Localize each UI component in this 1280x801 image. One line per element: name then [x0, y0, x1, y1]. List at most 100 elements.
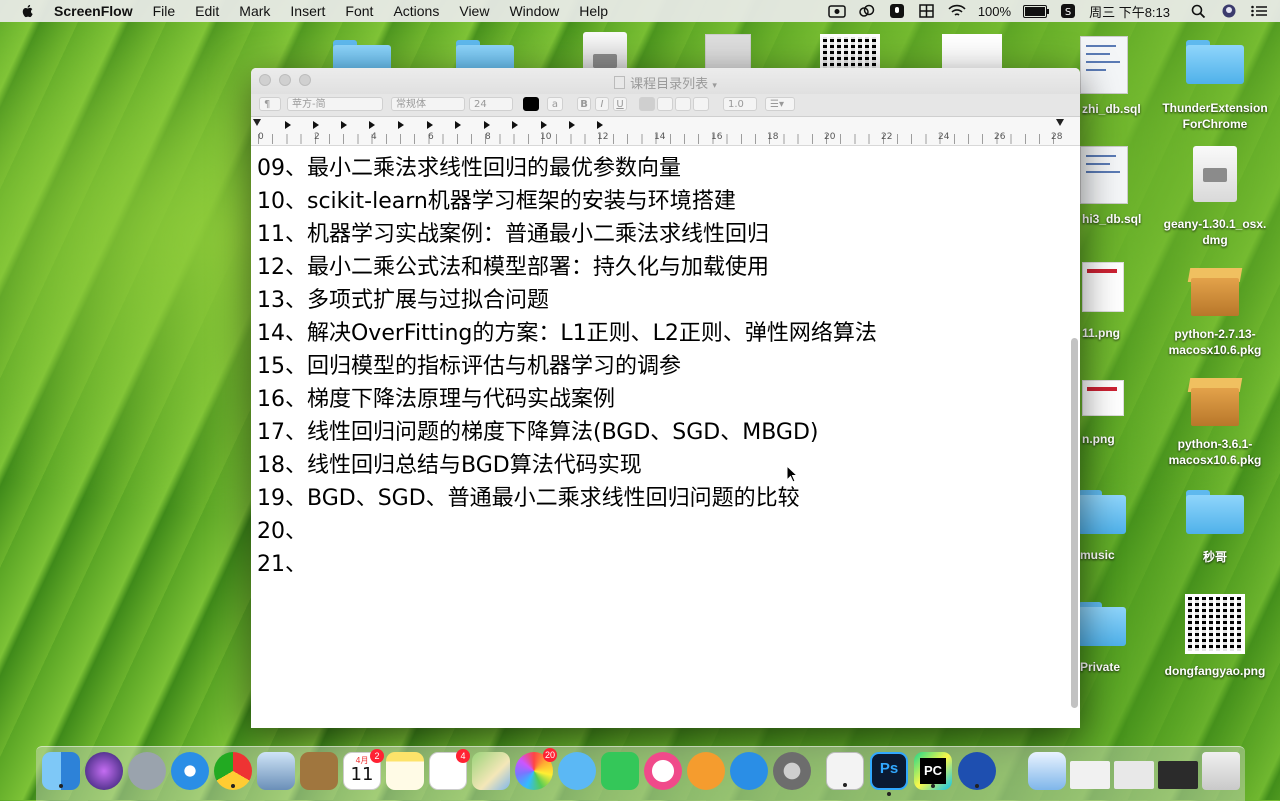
desktop-file-top-4[interactable]: [705, 34, 751, 72]
launchpad-icon[interactable]: [128, 752, 166, 790]
app-store-icon[interactable]: [730, 752, 768, 790]
system-preferences-icon[interactable]: [773, 752, 811, 790]
photos-icon[interactable]: 20: [515, 748, 557, 790]
notes-icon[interactable]: [386, 752, 424, 790]
ibooks-icon[interactable]: [687, 752, 725, 790]
app-name-menu[interactable]: ScreenFlow: [54, 3, 133, 19]
window-thumbnail-3[interactable]: [1158, 761, 1198, 789]
tab-stop[interactable]: [484, 121, 490, 129]
spotlight-search-icon[interactable]: [1190, 4, 1208, 18]
vertical-scrollbar[interactable]: [1071, 338, 1078, 708]
underline-button[interactable]: U: [613, 97, 627, 111]
screenflow-icon[interactable]: [958, 752, 996, 790]
messages-icon[interactable]: [558, 752, 596, 790]
line-spacing-popup[interactable]: 1.0: [723, 97, 757, 111]
window-thumbnail-2[interactable]: [1114, 761, 1154, 789]
reminders-icon[interactable]: 4: [429, 749, 470, 790]
menu-view[interactable]: View: [459, 3, 489, 19]
tab-stop[interactable]: [455, 121, 461, 129]
align-left-button[interactable]: [639, 97, 655, 111]
list-bullets-popup[interactable]: ☰▾: [765, 97, 795, 111]
textedit-icon[interactable]: [826, 752, 864, 790]
notification-center-icon[interactable]: [1250, 4, 1268, 18]
tab-stop[interactable]: [398, 121, 404, 129]
notebook-icon[interactable]: [300, 752, 338, 790]
finder-icon[interactable]: [42, 752, 80, 790]
tab-stop[interactable]: [541, 121, 547, 129]
left-margin-marker[interactable]: [253, 119, 261, 126]
tab-stop[interactable]: [597, 121, 603, 129]
font-family-popup[interactable]: 苹方-简: [287, 97, 383, 111]
align-center-button[interactable]: [657, 97, 673, 111]
menu-mark[interactable]: Mark: [239, 3, 270, 19]
tab-stop[interactable]: [341, 121, 347, 129]
window-titlebar[interactable]: 课程目录列表 ▾: [251, 68, 1080, 94]
apple-menu-icon[interactable]: [20, 3, 36, 19]
desktop-dmg-geany[interactable]: geany-1.30.1_osx. dmg: [1155, 146, 1275, 248]
document-text-area[interactable]: 09、最小二乘法求线性回归的最优参数向量 10、scikit-learn机器学习…: [257, 152, 1067, 581]
input-method-icon[interactable]: [918, 4, 936, 18]
menu-actions[interactable]: Actions: [393, 3, 439, 19]
menu-font[interactable]: Font: [345, 3, 373, 19]
desktop-png-11[interactable]: 11.png: [1076, 262, 1156, 340]
desktop-pkg-python3[interactable]: python-3.6.1- macosx10.6.pkg: [1155, 372, 1275, 468]
cloud-sync-icon[interactable]: [858, 4, 876, 18]
trash-icon[interactable]: [1202, 752, 1240, 790]
siri-icon[interactable]: [85, 752, 123, 790]
desktop-qr-top-6[interactable]: [942, 34, 1002, 72]
desktop-png-n[interactable]: n.png: [1076, 380, 1156, 446]
align-justify-button[interactable]: [693, 97, 709, 111]
desktop-folder-thunder[interactable]: ThunderExtension ForChrome: [1155, 40, 1275, 132]
scrobble-s-icon[interactable]: S: [1059, 4, 1077, 18]
siri-user-icon[interactable]: [1220, 4, 1238, 18]
screenflow-record-icon[interactable]: [828, 4, 846, 18]
text-color-well[interactable]: [523, 97, 539, 111]
desktop-folder-private[interactable]: Private: [1076, 602, 1156, 674]
paragraph-style-popup[interactable]: ¶: [259, 97, 281, 111]
menu-edit[interactable]: Edit: [195, 3, 219, 19]
photoshop-icon[interactable]: Ps: [870, 752, 908, 796]
align-right-button[interactable]: [675, 97, 691, 111]
italic-button[interactable]: I: [595, 97, 609, 111]
window-thumbnail-1[interactable]: [1070, 761, 1110, 789]
facetime-icon[interactable]: [601, 752, 639, 790]
pycharm-icon[interactable]: PC: [914, 752, 952, 790]
tab-stop[interactable]: [313, 121, 319, 129]
tab-stop[interactable]: [569, 121, 575, 129]
maps-icon[interactable]: [472, 752, 510, 790]
menu-help[interactable]: Help: [579, 3, 608, 19]
safari-icon[interactable]: [171, 752, 209, 790]
tab-stop[interactable]: [285, 121, 291, 129]
window-title[interactable]: 课程目录列表 ▾: [251, 73, 1080, 92]
preview-icon[interactable]: [257, 752, 295, 790]
ruler[interactable]: 0 2 4 6 8 10 12 14 16 18 20 22 24 26 28: [251, 117, 1080, 146]
menu-window[interactable]: Window: [509, 3, 559, 19]
desktop-qr-top-5[interactable]: [820, 34, 880, 72]
highlight-color-well[interactable]: a: [547, 97, 563, 111]
menu-insert[interactable]: Insert: [290, 3, 325, 19]
desktop-folder-miaoge[interactable]: 秒哥: [1155, 490, 1275, 565]
chrome-icon[interactable]: [214, 752, 252, 790]
menu-file[interactable]: File: [153, 3, 176, 19]
desktop-png-dongfangyao[interactable]: dongfangyao.png: [1155, 594, 1275, 678]
tab-stop[interactable]: [427, 121, 433, 129]
tab-stop[interactable]: [369, 121, 375, 129]
bold-button[interactable]: B: [577, 97, 591, 111]
desktop-file-sql-1[interactable]: zhi_db.sql: [1076, 36, 1156, 116]
tab-stop[interactable]: [512, 121, 518, 129]
text-line: 16、梯度下降法原理与代码实战案例: [257, 387, 615, 412]
desktop-folder-music[interactable]: music: [1076, 490, 1156, 562]
desktop-file-top-3[interactable]: [583, 32, 627, 72]
font-size-field[interactable]: 24: [469, 97, 513, 111]
right-margin-marker[interactable]: [1056, 119, 1064, 126]
wifi-icon[interactable]: [948, 4, 966, 18]
font-style-popup[interactable]: 常规体: [391, 97, 465, 111]
clock[interactable]: 周三 下午8:13: [1089, 2, 1170, 21]
itunes-icon[interactable]: [644, 752, 682, 790]
battery-icon[interactable]: [1023, 4, 1050, 18]
microphone-icon[interactable]: [888, 4, 906, 18]
desktop-pkg-python2[interactable]: python-2.7.13- macosx10.6.pkg: [1155, 262, 1275, 358]
calendar-icon[interactable]: 4月 11 2: [343, 749, 384, 790]
desktop-file-sql-2[interactable]: hi3_db.sql: [1076, 146, 1156, 226]
bt-download-icon[interactable]: [1028, 752, 1066, 790]
